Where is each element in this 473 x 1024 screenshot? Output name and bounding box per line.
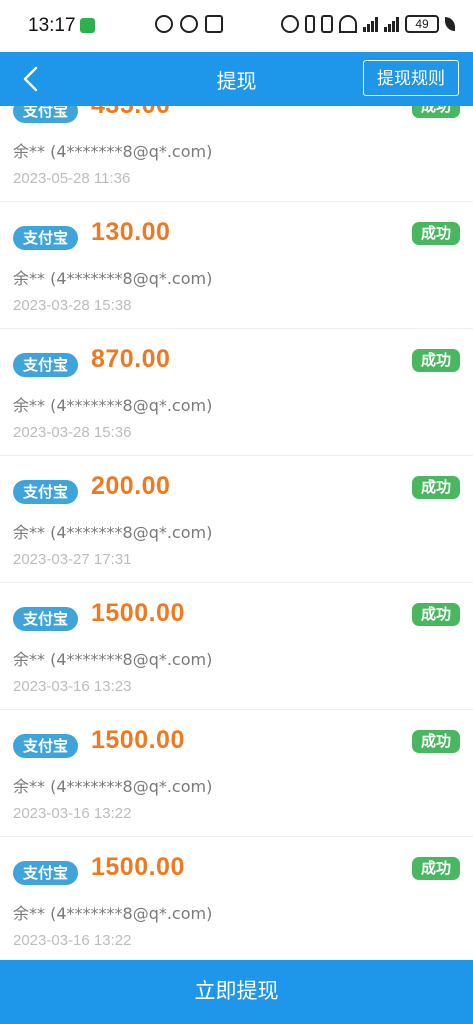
status-right-icons: 49 — [281, 15, 455, 33]
leaf-icon — [445, 17, 455, 31]
status-badge: 成功 — [411, 857, 460, 880]
account-text: 余** (4*******8@q*.com) — [13, 142, 213, 161]
record-item[interactable]: 支付宝 1500.00 成功 余** (4*******8@q*.com) 20… — [0, 710, 473, 837]
status-badge: 成功 — [411, 222, 460, 245]
record-item[interactable]: 支付宝 1500.00 成功 余** (4*******8@q*.com) 20… — [0, 837, 473, 960]
nav-bar: 提现 提现规则 — [0, 52, 473, 106]
withdraw-now-button[interactable]: 立即提现 — [0, 960, 473, 1024]
account-text: 余** (4*******8@q*.com) — [13, 396, 213, 415]
record-item[interactable]: 支付宝 1500.00 成功 余** (4*******8@q*.com) 20… — [0, 583, 473, 710]
status-time: 13:17 — [28, 15, 76, 36]
channel-badge: 支付宝 — [13, 734, 79, 758]
channel-badge: 支付宝 — [13, 480, 79, 504]
record-item[interactable]: 支付宝 200.00 成功 余** (4*******8@q*.com) 202… — [0, 456, 473, 583]
status-badge: 成功 — [411, 349, 460, 372]
amount: 435.00 — [91, 106, 170, 120]
signal-4g-icon — [384, 16, 399, 32]
record-time: 2023-05-28 11:36 — [13, 170, 131, 187]
record-time: 2023-03-16 13:22 — [13, 805, 132, 822]
wifi-icon — [339, 15, 357, 33]
nfc-icon — [205, 15, 223, 33]
status-badge: 成功 — [411, 730, 460, 753]
amount: 200.00 — [91, 472, 171, 500]
call-icon — [80, 18, 95, 33]
record-item[interactable]: 支付宝 435.00 成功 余** (4*******8@q*.com) 202… — [0, 106, 473, 202]
alarm-icon — [281, 15, 299, 33]
withdraw-rules-button[interactable]: 提现规则 — [363, 60, 459, 96]
signal-5g-icon — [363, 16, 378, 32]
account-text: 余** (4*******8@q*.com) — [13, 523, 213, 542]
amount: 1500.00 — [91, 599, 185, 627]
status-badge: 成功 — [411, 106, 460, 118]
amount: 130.00 — [91, 218, 171, 246]
amount: 1500.00 — [91, 726, 185, 754]
amount: 1500.00 — [91, 853, 185, 881]
withdraw-record-list[interactable]: 支付宝 435.00 成功 余** (4*******8@q*.com) 202… — [0, 106, 473, 960]
record-time: 2023-03-27 17:31 — [13, 551, 132, 568]
record-time: 2023-03-16 13:23 — [13, 678, 132, 695]
amount: 870.00 — [91, 345, 171, 373]
channel-badge: 支付宝 — [13, 106, 79, 123]
status-badge: 成功 — [411, 476, 460, 499]
status-left-icons — [155, 15, 223, 33]
hd-icon — [155, 15, 173, 33]
record-time: 2023-03-28 15:36 — [13, 424, 132, 441]
record-time: 2023-03-28 15:38 — [13, 297, 132, 314]
record-item[interactable]: 支付宝 130.00 成功 余** (4*******8@q*.com) 202… — [0, 202, 473, 329]
channel-badge: 支付宝 — [13, 607, 79, 631]
account-text: 余** (4*******8@q*.com) — [13, 650, 213, 669]
channel-badge: 支付宝 — [13, 353, 79, 377]
account-text: 余** (4*******8@q*.com) — [13, 269, 213, 288]
vibrate-icon — [321, 15, 333, 33]
channel-badge: 支付宝 — [13, 861, 79, 885]
account-text: 余** (4*******8@q*.com) — [13, 777, 213, 796]
bluetooth-icon — [305, 15, 315, 33]
channel-badge: 支付宝 — [13, 226, 79, 250]
account-text: 余** (4*******8@q*.com) — [13, 904, 213, 923]
record-item[interactable]: 支付宝 870.00 成功 余** (4*******8@q*.com) 202… — [0, 329, 473, 456]
battery-icon: 49 — [405, 15, 439, 33]
status-badge: 成功 — [411, 603, 460, 626]
eye-icon — [180, 15, 198, 33]
record-time: 2023-03-16 13:22 — [13, 932, 132, 949]
status-bar: 13:17 49 — [0, 0, 473, 52]
